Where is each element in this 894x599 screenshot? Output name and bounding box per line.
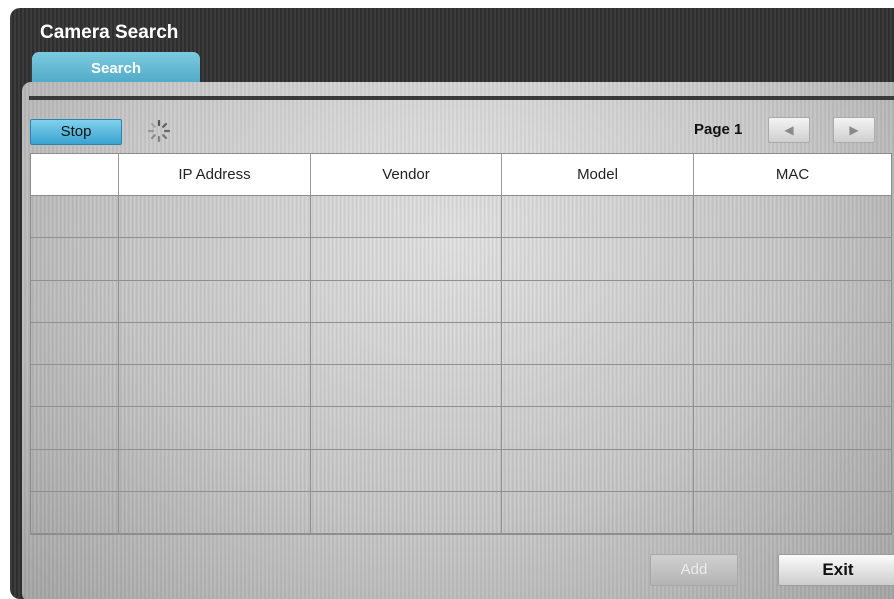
table-cell[interactable] bbox=[694, 323, 891, 365]
tab-label: Search bbox=[90, 60, 142, 77]
mac-column-header: MAC bbox=[694, 154, 891, 196]
table-cell[interactable] bbox=[694, 450, 891, 492]
table-cell[interactable] bbox=[502, 238, 694, 281]
table-cell[interactable] bbox=[694, 492, 891, 534]
table-cell[interactable] bbox=[694, 196, 891, 239]
table-cell[interactable] bbox=[502, 196, 694, 239]
table-cell[interactable] bbox=[311, 365, 502, 408]
table-cell[interactable] bbox=[502, 280, 694, 323]
table-cell[interactable] bbox=[31, 449, 119, 492]
triangle-left-icon: ◀ bbox=[784, 123, 794, 137]
table-cell[interactable] bbox=[31, 365, 119, 408]
page-indicator: Page 1 bbox=[694, 121, 743, 138]
table-cell[interactable] bbox=[694, 407, 891, 450]
table-cell[interactable] bbox=[311, 196, 502, 239]
results-table: IP Address Vendor Model MAC bbox=[30, 153, 892, 535]
table-cell[interactable] bbox=[502, 365, 694, 408]
next-page-button[interactable]: ▶ bbox=[833, 117, 875, 143]
spinner-icon bbox=[147, 119, 171, 143]
table-cell[interactable] bbox=[311, 407, 502, 450]
table-cell[interactable] bbox=[502, 407, 694, 450]
select-column-header bbox=[31, 154, 119, 196]
table-cell[interactable] bbox=[31, 322, 119, 365]
table-cell[interactable] bbox=[694, 238, 891, 281]
table-cell[interactable] bbox=[694, 365, 891, 408]
prev-page-button[interactable]: ◀ bbox=[768, 117, 810, 143]
table-cell[interactable] bbox=[694, 281, 891, 323]
table-cell[interactable] bbox=[119, 280, 311, 323]
table-cell[interactable] bbox=[31, 491, 119, 534]
stop-button[interactable]: Stop bbox=[30, 119, 122, 145]
table-cell[interactable] bbox=[502, 491, 694, 534]
model-column-header: Model bbox=[502, 154, 694, 196]
table-cell[interactable] bbox=[119, 365, 311, 408]
exit-button[interactable]: Exit bbox=[778, 554, 894, 586]
table-cell[interactable] bbox=[119, 238, 311, 281]
add-button[interactable]: Add bbox=[650, 554, 738, 586]
table-cell[interactable] bbox=[119, 491, 311, 534]
search-panel: Stop Page 1 ◀ ▶ IP Address Vendor Model MAC… bbox=[22, 82, 894, 599]
table-cell[interactable] bbox=[502, 449, 694, 492]
table-cell[interactable] bbox=[119, 322, 311, 365]
table-cell[interactable] bbox=[119, 196, 311, 239]
table-cell[interactable] bbox=[311, 449, 502, 492]
triangle-right-icon: ▶ bbox=[849, 123, 859, 137]
camera-search-window: Camera Search Search Stop Page 1 ◀ ▶ IP … bbox=[10, 8, 894, 599]
table-cell[interactable] bbox=[31, 280, 119, 323]
table-cell[interactable] bbox=[119, 449, 311, 492]
table-cell[interactable] bbox=[311, 491, 502, 534]
tab-underline bbox=[29, 96, 894, 100]
table-cell[interactable] bbox=[31, 407, 119, 450]
table-cell[interactable] bbox=[311, 280, 502, 323]
table-cell[interactable] bbox=[119, 407, 311, 450]
table-cell[interactable] bbox=[31, 196, 119, 239]
ip-address-column-header: IP Address bbox=[119, 154, 311, 196]
vendor-column-header: Vendor bbox=[311, 154, 502, 196]
table-cell[interactable] bbox=[311, 322, 502, 365]
table-cell[interactable] bbox=[311, 238, 502, 281]
window-title: Camera Search bbox=[40, 22, 179, 43]
table-cell[interactable] bbox=[502, 322, 694, 365]
table-cell[interactable] bbox=[31, 238, 119, 281]
